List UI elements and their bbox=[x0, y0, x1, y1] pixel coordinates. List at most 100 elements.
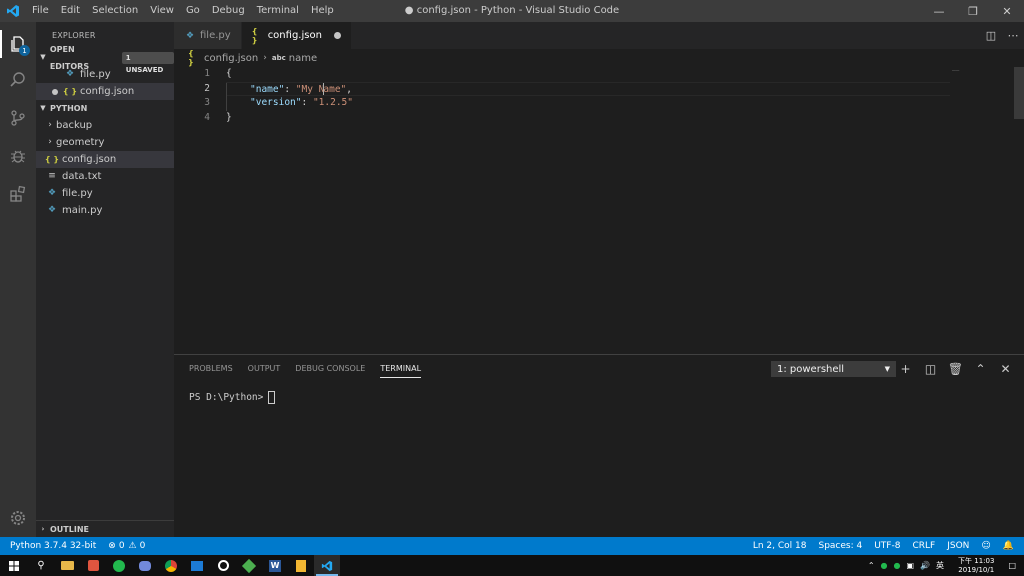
terminal-output[interactable]: PS D:\Python> bbox=[189, 391, 276, 404]
taskbar-search-icon[interactable]: ⚲ bbox=[28, 555, 54, 576]
close-panel-icon[interactable]: ✕ bbox=[993, 362, 1018, 376]
git-app-icon[interactable] bbox=[236, 555, 262, 576]
problems-summary[interactable]: ⊗ 0 ⚠ 0 bbox=[102, 537, 151, 555]
chrome-icon[interactable] bbox=[158, 555, 184, 576]
open-editor-file-py[interactable]: ❖ file.py bbox=[36, 66, 174, 83]
colon-token: : bbox=[301, 97, 313, 108]
menu-selection[interactable]: Selection bbox=[86, 0, 144, 22]
brace-token: { bbox=[226, 68, 232, 79]
restore-icon[interactable]: ❐ bbox=[956, 0, 990, 22]
cursor-position[interactable]: Ln 2, Col 18 bbox=[747, 537, 813, 555]
python-interpreter[interactable]: Python 3.7.4 32-bit bbox=[0, 537, 102, 555]
new-terminal-icon[interactable]: + bbox=[893, 362, 918, 376]
sticky-notes-icon[interactable] bbox=[288, 555, 314, 576]
line-app-icon[interactable] bbox=[106, 555, 132, 576]
json-file-icon: { } bbox=[251, 26, 258, 45]
extensions-icon bbox=[10, 185, 26, 202]
split-editor-icon[interactable]: ◫ bbox=[980, 29, 1002, 42]
menu-edit[interactable]: Edit bbox=[55, 0, 86, 22]
chevron-up-icon[interactable]: ⌃ bbox=[968, 362, 993, 376]
windows-taskbar: ⚲ W ⌃ ● ● ▣ 🔊 英 下午 11:03 2019/10/1 □ bbox=[0, 555, 1024, 576]
source-control-activity-button[interactable] bbox=[0, 100, 36, 136]
outline-header[interactable]: › OUTLINE bbox=[36, 520, 174, 537]
workspace-header[interactable]: ▼ PYTHON bbox=[36, 100, 174, 117]
notification-center-icon[interactable]: □ bbox=[1008, 561, 1016, 570]
file-config-json[interactable]: { } config.json bbox=[36, 151, 174, 168]
file-data-txt[interactable]: ≡ data.txt bbox=[36, 168, 174, 185]
menu-file[interactable]: File bbox=[26, 0, 55, 22]
open-editor-label: file.py bbox=[80, 69, 111, 80]
python-file-icon: ❖ bbox=[65, 69, 75, 79]
ime-indicator[interactable]: 英 bbox=[936, 560, 944, 571]
notifications-bell-icon[interactable]: 🔔 bbox=[997, 537, 1024, 555]
open-editors-header[interactable]: ▼ OPEN EDITORS 1 UNSAVED bbox=[36, 45, 174, 74]
open-editor-config-json[interactable]: { } config.json bbox=[36, 83, 174, 100]
key-token: "name" bbox=[250, 83, 285, 95]
tab-file-py[interactable]: ❖ file.py bbox=[174, 22, 242, 49]
tray-app-icon[interactable]: ● bbox=[894, 561, 901, 570]
unsaved-dot-icon[interactable] bbox=[333, 32, 341, 39]
terminal-select[interactable]: 1: powershell ▼ bbox=[771, 361, 896, 377]
folder-backup[interactable]: › backup bbox=[36, 117, 174, 134]
menu-debug[interactable]: Debug bbox=[206, 0, 251, 22]
trash-icon[interactable]: 🗑 bbox=[943, 362, 968, 376]
line-number: 2 bbox=[204, 82, 210, 94]
line-ending[interactable]: CRLF bbox=[906, 537, 941, 555]
split-terminal-icon[interactable]: ◫ bbox=[918, 362, 943, 376]
editor-scrollbar[interactable] bbox=[1014, 67, 1024, 119]
explorer-activity-button[interactable]: 1 bbox=[0, 26, 36, 62]
debug-icon bbox=[11, 150, 25, 163]
explorer-badge: 1 bbox=[19, 45, 30, 56]
brace-token: } bbox=[226, 111, 232, 123]
windows-start-icon[interactable] bbox=[0, 555, 28, 576]
string-token: ame" bbox=[323, 83, 347, 95]
folder-label: backup bbox=[56, 120, 93, 131]
clock[interactable]: 下午 11:03 2019/10/1 bbox=[955, 557, 997, 575]
tab-label: config.json bbox=[267, 30, 322, 41]
minimap[interactable]: —— bbox=[952, 67, 959, 74]
line-number: 3 bbox=[204, 97, 210, 108]
tray-app-icon[interactable]: ● bbox=[881, 561, 888, 570]
tab-terminal[interactable]: TERMINAL bbox=[380, 355, 421, 382]
breadcrumb-file[interactable]: config.json bbox=[204, 53, 258, 64]
volume-icon[interactable]: 🔊 bbox=[920, 561, 930, 570]
word-app-icon[interactable]: W bbox=[262, 555, 288, 576]
menu-terminal[interactable]: Terminal bbox=[251, 0, 305, 22]
media-player-icon[interactable] bbox=[80, 555, 106, 576]
more-actions-icon[interactable]: ⋯ bbox=[1002, 29, 1024, 42]
encoding[interactable]: UTF-8 bbox=[868, 537, 906, 555]
discord-icon[interactable] bbox=[132, 555, 158, 576]
network-icon[interactable]: ▣ bbox=[907, 561, 915, 570]
code-editor[interactable]: 1 2 3 4 { "name": "My Name", "version": … bbox=[174, 67, 1024, 354]
chevron-up-icon[interactable]: ⌃ bbox=[868, 561, 875, 570]
file-file-py[interactable]: ❖ file.py bbox=[36, 185, 174, 202]
debug-activity-button[interactable] bbox=[0, 138, 36, 174]
tab-debug-console[interactable]: DEBUG CONSOLE bbox=[295, 355, 365, 382]
extensions-activity-button[interactable] bbox=[0, 176, 36, 212]
search-activity-button[interactable] bbox=[0, 62, 36, 98]
menu-help[interactable]: Help bbox=[305, 0, 340, 22]
folder-geometry[interactable]: › geometry bbox=[36, 134, 174, 151]
vscode-taskbar-icon[interactable] bbox=[314, 555, 340, 576]
language-mode[interactable]: JSON bbox=[941, 537, 975, 555]
feedback-smiley-icon[interactable]: ☺ bbox=[975, 537, 996, 555]
chevron-down-icon: ▼ bbox=[40, 53, 46, 61]
file-main-py[interactable]: ❖ main.py bbox=[36, 202, 174, 219]
tab-problems[interactable]: PROBLEMS bbox=[189, 355, 233, 382]
file-label: data.txt bbox=[62, 171, 102, 182]
circle-app-icon[interactable] bbox=[210, 555, 236, 576]
menu-view[interactable]: View bbox=[144, 0, 180, 22]
chevron-down-icon: ▼ bbox=[40, 104, 46, 112]
chevron-right-icon: › bbox=[263, 53, 267, 63]
file-label: file.py bbox=[62, 188, 93, 199]
indentation[interactable]: Spaces: 4 bbox=[812, 537, 868, 555]
tab-config-json[interactable]: { } config.json bbox=[241, 22, 352, 49]
mail-app-icon[interactable] bbox=[184, 555, 210, 576]
breadcrumb-symbol[interactable]: name bbox=[289, 53, 317, 64]
file-explorer-icon[interactable] bbox=[54, 555, 80, 576]
minimize-icon[interactable]: — bbox=[922, 0, 956, 22]
manage-activity-button[interactable] bbox=[0, 500, 36, 536]
menu-go[interactable]: Go bbox=[180, 0, 206, 22]
tab-output[interactable]: OUTPUT bbox=[248, 355, 281, 382]
close-icon[interactable]: ✕ bbox=[990, 0, 1024, 22]
